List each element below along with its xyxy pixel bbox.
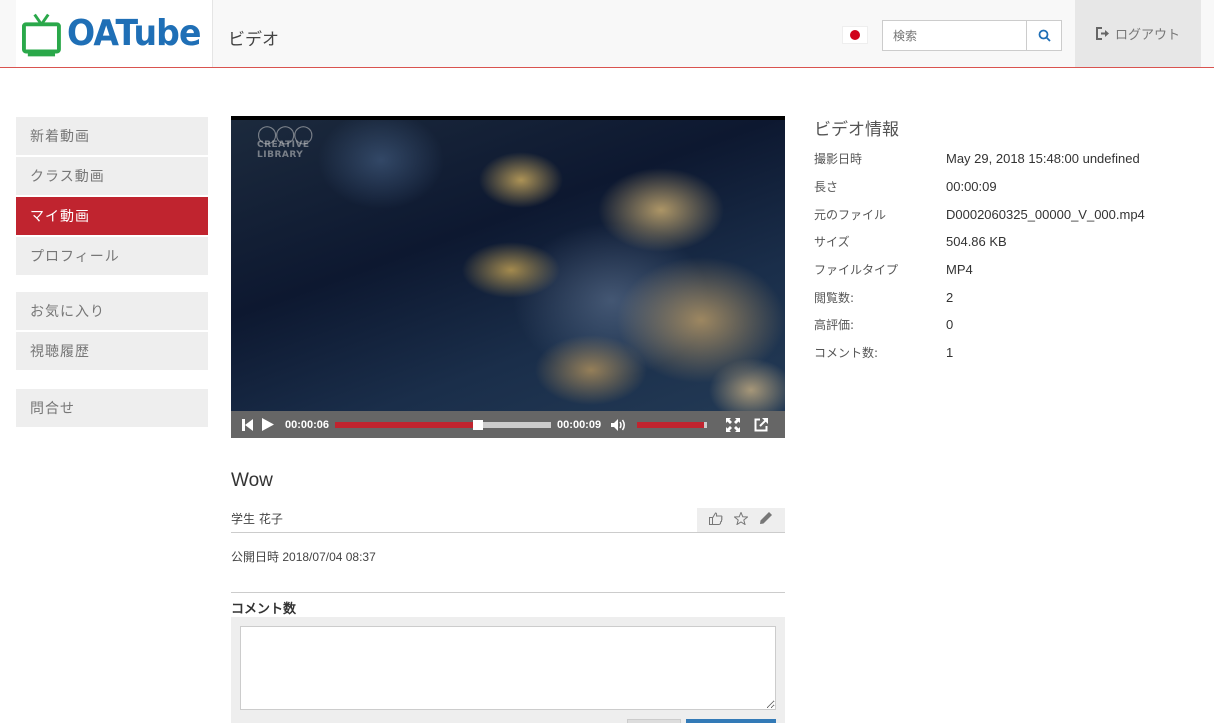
published-value: 2018/07/04 08:37	[282, 550, 376, 564]
sidebar-item-profile[interactable]: プロフィール	[16, 237, 208, 275]
info-row: 閲覧数: 2	[814, 283, 1194, 311]
sidebar-contact-nav: 問合せ	[16, 389, 208, 429]
volume-fill	[637, 421, 704, 428]
info-label: 元のファイル	[814, 207, 887, 222]
volume-button[interactable]	[607, 418, 631, 431]
sidebar-item-contact[interactable]: 問合せ	[16, 389, 208, 427]
progress-fill	[335, 421, 478, 428]
info-row: コメント数: 1	[814, 339, 1194, 367]
info-row: 長さ 00:00:09	[814, 173, 1194, 201]
volume-slider[interactable]	[637, 421, 708, 428]
video-info-table: 撮影日時 May 29, 2018 15:48:00 undefined 長さ 00:…	[814, 145, 1194, 367]
sidebar-main-nav: 新着動画 クラス動画 マイ動画 プロフィール	[16, 117, 208, 277]
edit-button[interactable]	[759, 511, 773, 529]
skip-back-icon	[241, 418, 253, 431]
comment-section-label: コメント数	[231, 602, 297, 617]
like-button[interactable]	[708, 511, 723, 529]
info-label: 閲覧数:	[814, 290, 855, 305]
sidebar-item-label: 視聴履歴	[30, 344, 90, 360]
popout-button[interactable]	[749, 417, 773, 432]
sidebar-item-history[interactable]: 視聴履歴	[16, 332, 208, 370]
thumbs-up-icon	[708, 511, 723, 525]
info-label: ファイルタイプ	[814, 263, 899, 278]
sidebar-item-label: 新着動画	[30, 129, 90, 145]
video-watermark: ◯◯◯ CREATIVE LIBRARY	[257, 124, 313, 161]
info-value: MP4	[946, 262, 973, 278]
play-icon	[262, 418, 274, 431]
section-divider	[231, 592, 785, 593]
video-frame[interactable]	[231, 120, 785, 411]
fullscreen-button[interactable]	[721, 417, 745, 432]
progress-bar[interactable]	[335, 419, 552, 430]
sidebar-item-label: 問合せ	[30, 401, 75, 417]
author-row: 学生 花子	[231, 508, 785, 533]
favorite-button[interactable]	[733, 510, 749, 529]
duration: 00:00:09	[557, 418, 602, 431]
player-controls: 00:00:06 00:00:09	[231, 411, 785, 438]
info-value: 504.86 KB	[946, 234, 1007, 250]
sidebar-item-class-videos[interactable]: クラス動画	[16, 157, 208, 195]
logout-icon	[1095, 27, 1109, 40]
info-row: サイズ 504.86 KB	[814, 228, 1194, 256]
info-value: D0002060325_00000_V_000.mp4	[946, 206, 1145, 222]
current-time: 00:00:06	[285, 418, 330, 431]
volume-icon	[611, 418, 626, 431]
info-label: 長さ	[814, 180, 839, 195]
site-logo[interactable]: OATube	[16, 0, 213, 67]
logout-label: ログアウト	[1114, 28, 1180, 43]
published-label: 公開日時	[231, 550, 280, 564]
info-label: サイズ	[814, 235, 850, 250]
info-row: ファイルタイプ MP4	[814, 256, 1194, 284]
search-button[interactable]	[1026, 20, 1062, 51]
japan-flag-icon[interactable]	[842, 26, 868, 44]
sidebar-item-my-videos[interactable]: マイ動画	[16, 197, 208, 235]
published-date: 公開日時 2018/07/04 08:37	[231, 548, 376, 565]
sidebar-item-label: プロフィール	[30, 249, 120, 265]
info-label: 撮影日時	[814, 152, 863, 167]
sidebar-secondary-nav: お気に入り 視聴履歴	[16, 292, 208, 372]
top-header: OATube ビデオ ログアウト	[0, 0, 1214, 68]
play-button[interactable]	[255, 418, 281, 431]
author-name[interactable]: 学生 花子	[231, 510, 283, 527]
info-row: 元のファイル D0002060325_00000_V_000.mp4	[814, 200, 1194, 228]
sidebar-item-label: お気に入り	[30, 304, 105, 320]
skip-back-button[interactable]	[239, 418, 255, 431]
info-value: 1	[946, 345, 954, 361]
tv-logo-icon	[22, 13, 61, 56]
cancel-button[interactable]	[627, 719, 681, 723]
star-icon	[733, 510, 749, 526]
video-info-title: ビデオ情報	[814, 120, 899, 140]
comment-textarea[interactable]	[240, 626, 776, 710]
video-title: Wow	[231, 470, 273, 491]
submit-comment-button[interactable]	[686, 719, 776, 723]
info-label: コメント数:	[814, 346, 879, 361]
info-value: 00:00:09	[946, 179, 997, 195]
search-icon	[1038, 29, 1051, 42]
pencil-icon	[760, 512, 773, 524]
sidebar-item-label: マイ動画	[30, 209, 90, 225]
sidebar-item-label: クラス動画	[30, 169, 105, 185]
info-row: 高評価: 0	[814, 311, 1194, 339]
page-title: ビデオ	[228, 30, 279, 50]
video-player[interactable]: ◯◯◯ CREATIVE LIBRARY 00:00:06 00:00:09	[231, 116, 785, 438]
info-row: 撮影日時 May 29, 2018 15:48:00 undefined	[814, 145, 1194, 173]
video-actions	[697, 508, 785, 532]
sidebar-item-favorites[interactable]: お気に入り	[16, 292, 208, 330]
info-value: 0	[946, 317, 954, 333]
logout-button[interactable]: ログアウト	[1075, 0, 1201, 67]
progress-handle[interactable]	[472, 419, 483, 430]
search-bar	[882, 20, 1062, 51]
comment-form	[231, 617, 785, 723]
popout-icon	[754, 417, 769, 431]
info-value: May 29, 2018 15:48:00 undefined	[946, 151, 1140, 167]
sidebar-item-new-videos[interactable]: 新着動画	[16, 117, 208, 155]
fullscreen-icon	[726, 417, 741, 432]
info-label: 高評価:	[814, 318, 855, 333]
info-value: 2	[946, 289, 954, 305]
logo-text: OATube	[66, 13, 201, 54]
search-input[interactable]	[882, 20, 1026, 51]
